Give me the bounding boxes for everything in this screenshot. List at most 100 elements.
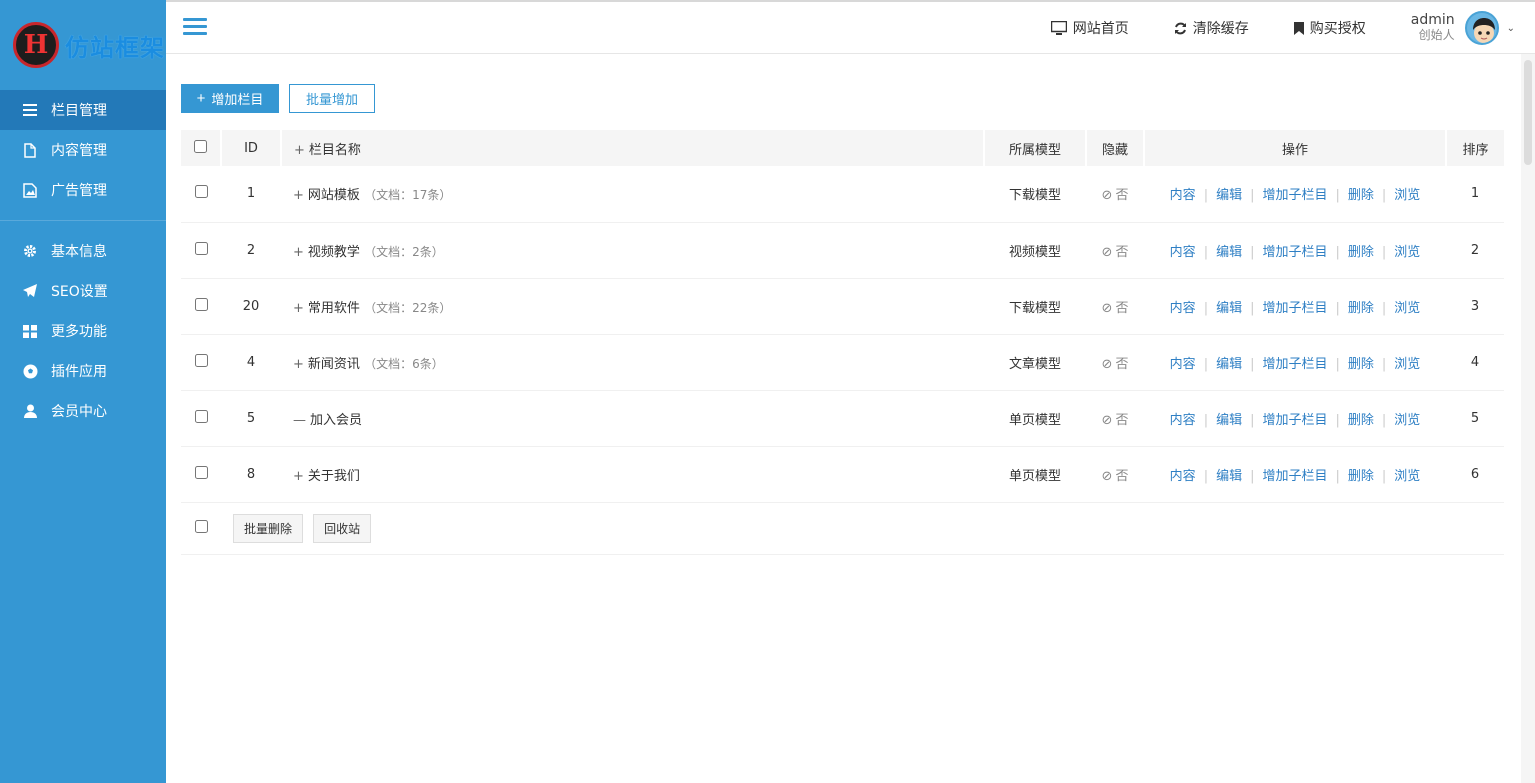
header-hidden: 隐藏 <box>1085 130 1144 166</box>
op-link-3[interactable]: 删除 <box>1348 301 1374 316</box>
op-link-4[interactable]: 浏览 <box>1394 413 1420 428</box>
op-link-4[interactable]: 浏览 <box>1394 301 1420 316</box>
op-link-3[interactable]: 删除 <box>1348 188 1374 203</box>
tree-toggle-icon[interactable]: + <box>293 469 304 484</box>
bookmark-icon <box>1293 21 1304 35</box>
tree-toggle-icon[interactable]: + <box>293 188 304 203</box>
expand-all-icon[interactable]: + <box>294 143 305 158</box>
avatar[interactable] <box>1464 11 1499 45</box>
footer-select-all-checkbox[interactable] <box>194 519 208 533</box>
op-link-3[interactable]: 删除 <box>1348 469 1374 484</box>
top-header: 网站首页 清除缓存 购买授权 admin 创始人 ⌄ <box>166 0 1535 54</box>
page-scrollbar[interactable] <box>1521 54 1535 783</box>
row-name: 关于我们 <box>307 468 360 484</box>
row-sort: 5 <box>1470 410 1480 426</box>
refresh-icon <box>1174 22 1187 35</box>
op-link-0[interactable]: 内容 <box>1170 301 1196 316</box>
sidebar-item-plugins[interactable]: 插件应用 <box>0 351 166 391</box>
op-link-4[interactable]: 浏览 <box>1394 469 1420 484</box>
clear-cache-link[interactable]: 清除缓存 <box>1174 18 1249 38</box>
op-link-0[interactable]: 内容 <box>1170 357 1196 372</box>
sidebar-item-member-center[interactable]: 会员中心 <box>0 391 166 431</box>
op-separator: | <box>1335 300 1340 316</box>
header-name-label: 栏目名称 <box>308 142 361 158</box>
row-name: 新闻资讯 <box>307 356 360 372</box>
op-link-1[interactable]: 编辑 <box>1216 469 1242 484</box>
op-separator: | <box>1335 244 1340 260</box>
logo-text: 仿站框架 <box>65 33 165 62</box>
row-checkbox[interactable] <box>194 465 208 479</box>
site-home-link[interactable]: 网站首页 <box>1050 18 1129 38</box>
row-checkbox[interactable] <box>194 353 208 367</box>
op-link-1[interactable]: 编辑 <box>1216 301 1242 316</box>
site-home-label: 网站首页 <box>1072 21 1129 37</box>
op-link-1[interactable]: 编辑 <box>1216 357 1242 372</box>
op-separator: | <box>1203 468 1209 484</box>
op-link-1[interactable]: 编辑 <box>1216 413 1242 428</box>
buy-license-link[interactable]: 购买授权 <box>1293 18 1366 38</box>
op-link-2[interactable]: 增加子栏目 <box>1262 188 1327 203</box>
op-link-4[interactable]: 浏览 <box>1394 188 1420 203</box>
sidebar-item-label: 基本信息 <box>51 244 107 260</box>
batch-add-button[interactable]: 批量增加 <box>289 84 375 113</box>
row-checkbox[interactable] <box>194 241 208 255</box>
menu-toggle-icon[interactable] <box>183 18 207 38</box>
sidebar-item-column-management[interactable]: 栏目管理 <box>0 90 166 130</box>
row-model: 单页模型 <box>1008 468 1061 484</box>
user-menu[interactable]: admin 创始人 ⌄ <box>1411 11 1515 45</box>
op-link-0[interactable]: 内容 <box>1170 469 1196 484</box>
sidebar-item-label: 广告管理 <box>51 183 107 199</box>
row-name-cell: + 常用软件 （文档：22条） <box>281 278 984 334</box>
row-checkbox[interactable] <box>194 297 208 311</box>
batch-delete-button[interactable]: 批量删除 <box>233 513 304 543</box>
op-link-3[interactable]: 删除 <box>1348 357 1374 372</box>
row-checkbox[interactable] <box>194 185 208 199</box>
op-link-4[interactable]: 浏览 <box>1394 357 1420 372</box>
tree-toggle-icon[interactable]: — <box>293 413 306 428</box>
user-icon <box>22 403 38 419</box>
row-id: 2 <box>246 242 256 258</box>
doc-count: （文档：6条） <box>364 356 444 371</box>
add-column-button[interactable]: + 增加栏目 <box>181 84 279 113</box>
op-link-0[interactable]: 内容 <box>1170 413 1196 428</box>
op-link-2[interactable]: 增加子栏目 <box>1262 245 1327 260</box>
op-link-2[interactable]: 增加子栏目 <box>1262 413 1327 428</box>
tree-toggle-icon[interactable]: + <box>293 301 304 316</box>
sidebar-item-content-management[interactable]: 内容管理 <box>0 130 166 170</box>
op-link-3[interactable]: 删除 <box>1348 245 1374 260</box>
chevron-down-icon[interactable]: ⌄ <box>1507 23 1515 34</box>
op-link-2[interactable]: 增加子栏目 <box>1262 301 1327 316</box>
row-hidden: 否 <box>1115 188 1129 204</box>
scrollbar-thumb[interactable] <box>1524 60 1532 165</box>
op-link-3[interactable]: 删除 <box>1348 413 1374 428</box>
op-separator: | <box>1203 300 1209 316</box>
soccer-icon <box>22 363 38 379</box>
select-all-checkbox[interactable] <box>194 139 207 153</box>
logo[interactable]: H 仿站框架 <box>0 0 166 90</box>
op-link-2[interactable]: 增加子栏目 <box>1262 357 1327 372</box>
sidebar-item-basic-info[interactable]: 基本信息 <box>0 231 166 271</box>
row-name: 常用软件 <box>307 300 360 316</box>
op-link-4[interactable]: 浏览 <box>1394 245 1420 260</box>
tree-toggle-icon[interactable]: + <box>293 245 304 260</box>
row-model: 单页模型 <box>1008 412 1061 428</box>
row-name-cell: + 网站模板 （文档：17条） <box>281 166 984 222</box>
op-link-2[interactable]: 增加子栏目 <box>1262 469 1327 484</box>
op-separator: | <box>1381 356 1387 372</box>
row-hidden: 否 <box>1115 356 1129 372</box>
op-link-1[interactable]: 编辑 <box>1216 188 1242 203</box>
doc-count: （文档：17条） <box>364 188 452 203</box>
sidebar-item-ad-management[interactable]: 广告管理 <box>0 170 166 210</box>
sidebar-item-more-features[interactable]: 更多功能 <box>0 311 166 351</box>
plus-icon: + <box>196 90 206 107</box>
op-link-0[interactable]: 内容 <box>1170 245 1196 260</box>
row-sort: 4 <box>1470 354 1480 370</box>
recycle-bin-button[interactable]: 回收站 <box>313 513 372 543</box>
op-link-1[interactable]: 编辑 <box>1216 245 1242 260</box>
op-link-0[interactable]: 内容 <box>1170 188 1196 203</box>
row-checkbox[interactable] <box>194 409 208 423</box>
tree-toggle-icon[interactable]: + <box>293 357 304 372</box>
sidebar-item-seo-settings[interactable]: SEO设置 <box>0 271 166 311</box>
table-header-row: ID + 栏目名称 所属模型 隐藏 操作 排序 <box>181 130 1504 166</box>
table-row: 20 + 常用软件 （文档：22条） 下载模型 ⊘ 否 内容 | 编辑 | 增加子栏目 | 删除… <box>181 278 1504 334</box>
